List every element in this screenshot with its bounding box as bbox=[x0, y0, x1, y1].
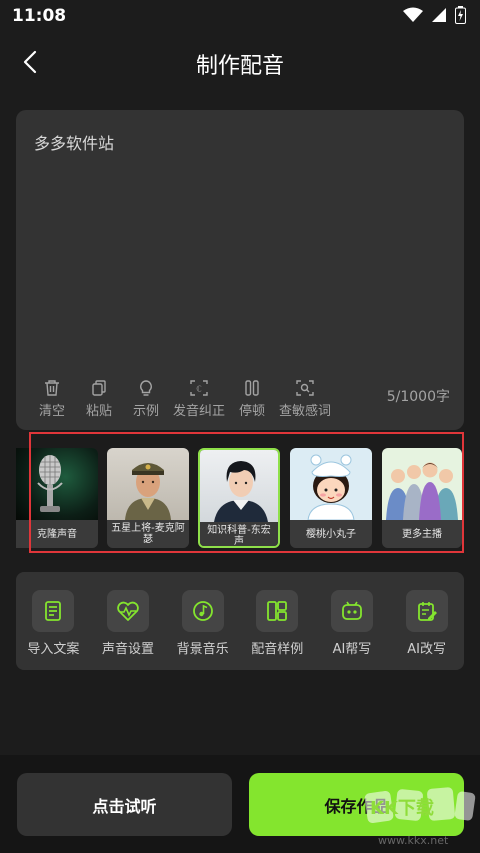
status-bar: 11:08 bbox=[0, 0, 480, 34]
clear-label: 清空 bbox=[38, 404, 65, 419]
battery-charging-icon bbox=[455, 6, 466, 24]
ai-write-button[interactable]: AI帮写 bbox=[319, 590, 385, 670]
pronunciation-icon: ℂ bbox=[190, 380, 208, 396]
pause-button[interactable]: 停顿 bbox=[230, 378, 274, 419]
voice-settings-label: 声音设置 bbox=[101, 642, 154, 657]
pronunciation-label: 发音纠正 bbox=[172, 404, 225, 419]
pause-icon bbox=[245, 380, 259, 396]
page-title: 制作配音 bbox=[195, 54, 284, 79]
dubbing-samples-label: 配音样例 bbox=[251, 642, 304, 657]
voice-card-knowledge-selected[interactable]: 知识科普-东宏声 bbox=[198, 448, 280, 548]
svg-text:ℂ: ℂ bbox=[196, 385, 202, 394]
paste-button[interactable]: 粘贴 bbox=[77, 378, 121, 419]
cartoon-girl-image bbox=[290, 448, 372, 521]
pause-label: 停顿 bbox=[238, 404, 265, 419]
paste-icon bbox=[92, 380, 106, 396]
voice-label: 克隆声音 bbox=[16, 520, 98, 548]
lightbulb-icon bbox=[140, 380, 152, 396]
voice-label: 知识科普-东宏声 bbox=[200, 522, 278, 546]
voice-card-maruko[interactable]: 樱桃小丸子 bbox=[290, 448, 372, 548]
signal-icon bbox=[432, 8, 446, 22]
robot-icon bbox=[342, 601, 362, 620]
background-music-label: 背景音乐 bbox=[176, 642, 229, 657]
sensitive-words-label: 查敏感词 bbox=[278, 404, 331, 419]
voice-label: 樱桃小丸子 bbox=[290, 520, 372, 548]
script-editor[interactable]: 多多软件站 清空 粘贴 示例 ℂ 发音纠正 停顿 查敏感词 5/1000字 bbox=[16, 110, 464, 430]
voice-card-clone[interactable]: 克隆声音 bbox=[16, 448, 98, 548]
microphone-image bbox=[16, 448, 98, 520]
header: 制作配音 bbox=[0, 40, 480, 84]
script-text-input[interactable]: 多多软件站 bbox=[34, 130, 114, 154]
character-counter: 5/1000字 bbox=[386, 389, 450, 405]
general-portrait-image bbox=[107, 448, 189, 520]
example-label: 示例 bbox=[132, 404, 159, 419]
ai-rewrite-label: AI改写 bbox=[407, 642, 446, 657]
voice-card-more[interactable]: 更多主播 bbox=[382, 448, 462, 548]
trash-icon bbox=[45, 380, 59, 396]
voice-label: 更多主播 bbox=[382, 520, 462, 548]
feature-panel: 导入文案 声音设置 背景音乐 配音样例 AI帮写 AI改写 bbox=[16, 572, 464, 670]
voice-card-general[interactable]: 五星上将-麦克阿瑟 bbox=[107, 448, 189, 548]
young-man-portrait-image bbox=[200, 450, 278, 522]
ai-rewrite-button[interactable]: AI改写 bbox=[394, 590, 460, 670]
sensitive-words-button[interactable]: 查敏感词 bbox=[277, 378, 333, 419]
document-icon bbox=[45, 601, 62, 621]
heart-wave-icon bbox=[117, 601, 139, 621]
status-icons bbox=[403, 6, 466, 24]
preview-listen-button[interactable]: 点击试听 bbox=[17, 773, 232, 836]
import-script-label: 导入文案 bbox=[27, 642, 80, 657]
example-button[interactable]: 示例 bbox=[124, 378, 168, 419]
status-time: 11:08 bbox=[12, 6, 67, 26]
dubbing-samples-button[interactable]: 配音样例 bbox=[244, 590, 310, 670]
layout-icon bbox=[267, 601, 288, 621]
background-music-button[interactable]: 背景音乐 bbox=[170, 590, 236, 670]
voice-label: 五星上将-麦克阿瑟 bbox=[107, 520, 189, 548]
paste-label: 粘贴 bbox=[85, 404, 112, 419]
import-script-button[interactable]: 导入文案 bbox=[20, 590, 86, 670]
music-note-icon bbox=[192, 601, 213, 621]
save-work-button[interactable]: 保存作品 bbox=[249, 773, 464, 836]
ai-write-label: AI帮写 bbox=[332, 642, 372, 657]
voice-settings-button[interactable]: 声音设置 bbox=[95, 590, 161, 670]
pronunciation-button[interactable]: ℂ 发音纠正 bbox=[171, 378, 227, 419]
edit-note-icon bbox=[417, 602, 437, 621]
wifi-icon bbox=[403, 7, 423, 22]
scan-icon bbox=[296, 380, 314, 396]
group-figures-image bbox=[382, 448, 462, 520]
editor-toolbar: 清空 粘贴 示例 ℂ 发音纠正 停顿 查敏感词 bbox=[30, 378, 336, 419]
clear-button[interactable]: 清空 bbox=[30, 378, 74, 419]
